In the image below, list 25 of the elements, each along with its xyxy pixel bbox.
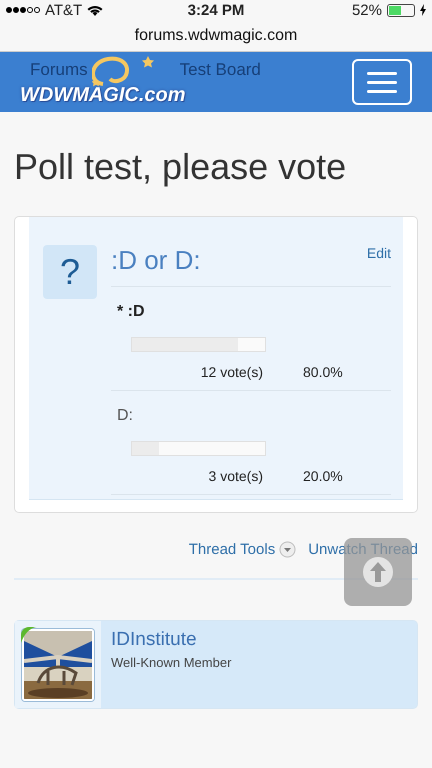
battery-icon [386,4,415,16]
dropdown-icon [279,541,296,558]
username-link[interactable]: IDInstitute [111,629,232,651]
carrier-label: AT&T [45,2,82,18]
user-title: Well-Known Member [111,655,232,670]
wifi-icon [87,4,104,16]
question-icon: ? [43,245,97,299]
vote-percent: 20.0% [303,468,343,484]
poll-option: D: [117,407,391,425]
dropdown-link[interactable]: Thread Tools [188,541,296,558]
battery-percent: 52% [352,2,382,18]
address-bar-url[interactable]: forums.wdwmagic.com [134,26,298,44]
signal-icon [6,7,40,13]
vote-count: 3 vote(s) [208,468,263,484]
breadcrumb-link[interactable]: Test Board [180,60,261,80]
edit-link[interactable]: Edit [366,245,391,276]
page-title: Poll test, please vote [14,146,348,188]
clock-time: 3:24 PM [188,2,244,18]
menu-button[interactable] [352,59,412,105]
breadcrumb-link[interactable]: Forums [30,60,88,80]
vote-count: 12 vote(s) [200,364,263,380]
site-logo[interactable]: WDWMAGIC.com [20,84,186,107]
poll-question: :D or D: [111,245,201,276]
vote-percent: 80.0% [303,364,343,380]
poll-option: * :D [117,303,391,321]
